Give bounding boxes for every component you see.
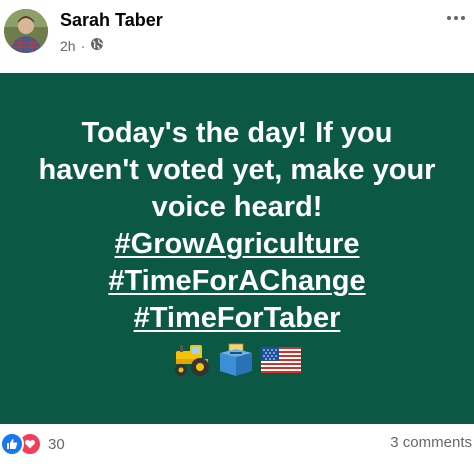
hashtag-link[interactable]: #TimeForTaber [134, 302, 341, 334]
tractor-icon [175, 345, 209, 376]
us-flag-icon [261, 347, 301, 373]
ballot-box-icon [220, 343, 252, 376]
more-options-icon[interactable] [444, 8, 468, 28]
reactions-summary[interactable]: 30 [0, 432, 65, 456]
reaction-count: 30 [48, 435, 65, 453]
meta-separator: · [80, 37, 86, 54]
card-line: Today's the day! If you [81, 117, 393, 149]
author-name[interactable]: Sarah Taber [60, 10, 163, 31]
post-header: Sarah Taber 2h · [0, 0, 474, 73]
post-card: Today's the day! If you haven't voted ye… [0, 73, 474, 424]
hashtag-link[interactable]: #GrowAgriculture [115, 228, 360, 260]
comments-count-link[interactable]: 3 comments [390, 434, 472, 451]
card-line: haven't voted yet, make your [38, 154, 436, 186]
post-time[interactable]: 2h [60, 38, 76, 54]
hashtag-link[interactable]: #TimeForAChange [108, 265, 365, 297]
post-footer: 30 3 comments [0, 424, 474, 474]
post: Sarah Taber 2h · Today's the day! If you… [0, 0, 474, 474]
post-meta: 2h · [60, 37, 104, 54]
card-text: Today's the day! If you haven't voted ye… [0, 115, 474, 337]
like-icon [0, 432, 24, 456]
card-line: voice heard! [151, 191, 323, 223]
globe-icon[interactable] [90, 37, 104, 54]
avatar[interactable] [4, 9, 48, 53]
emoji-row [0, 343, 474, 377]
